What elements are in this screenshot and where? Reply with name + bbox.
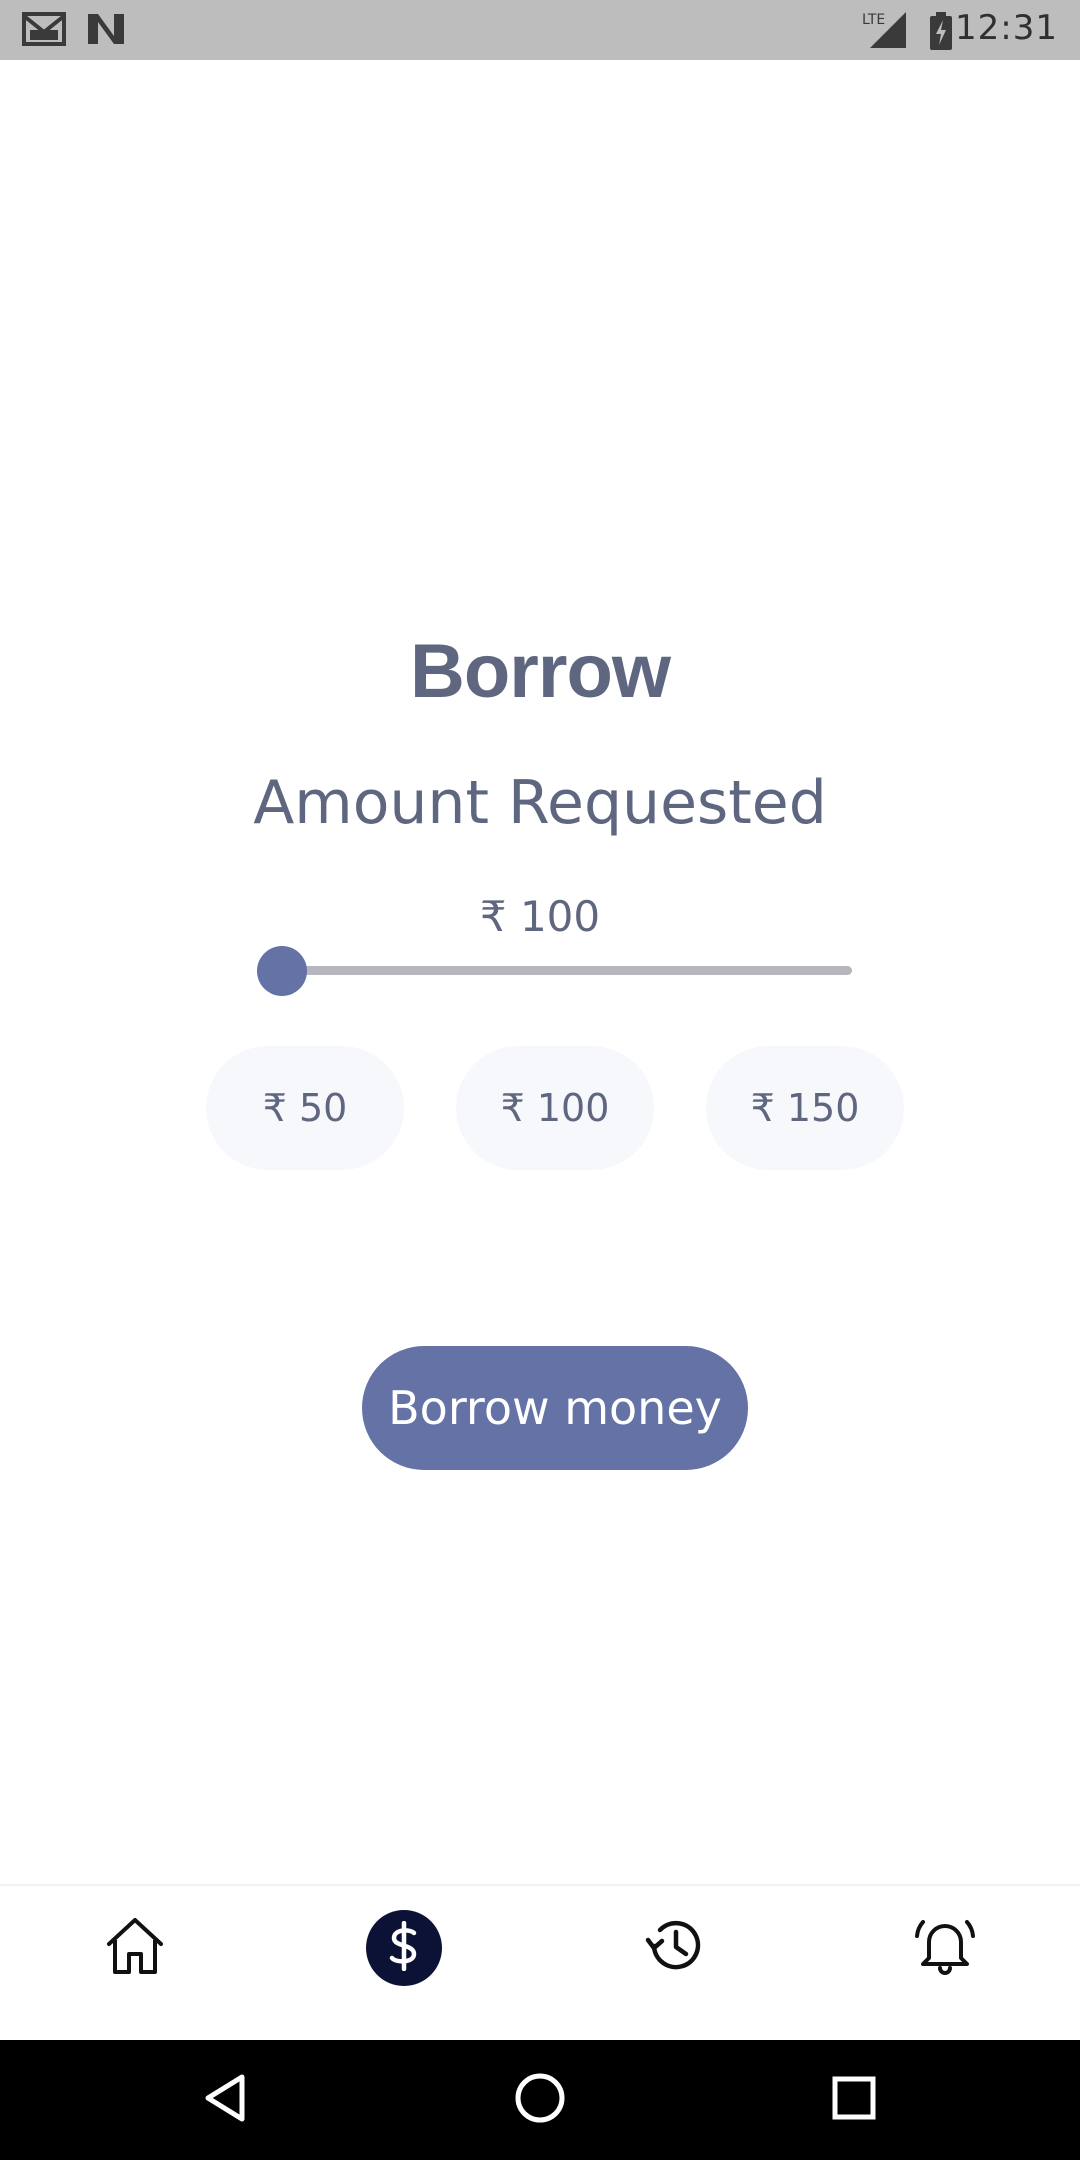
nav-active-indicator [366, 1910, 442, 1986]
clock-time: 12:31 [955, 8, 1058, 48]
amount-requested-label: Amount Requested [253, 768, 827, 838]
borrow-money-button[interactable]: Borrow money [362, 1346, 748, 1470]
slider-thumb[interactable] [257, 946, 307, 996]
battery-charging-icon [928, 12, 954, 55]
slider-track[interactable] [282, 966, 852, 975]
gmail-icon [22, 10, 66, 51]
system-home-button[interactable] [510, 2070, 570, 2130]
nav-borrow-button[interactable] [364, 1908, 444, 1988]
page-title: Borrow [410, 629, 671, 714]
quick-amount-100-chip[interactable]: ₹ 100 [456, 1046, 654, 1170]
system-recents-button[interactable] [824, 2070, 884, 2130]
system-nav-bar [0, 2040, 1080, 2160]
back-icon [202, 2073, 250, 2128]
quick-amount-chips: ₹ 50 ₹ 100 ₹ 150 [0, 1046, 1080, 1170]
quick-amount-150-chip[interactable]: ₹ 150 [706, 1046, 904, 1170]
system-back-button[interactable] [196, 2070, 256, 2130]
amount-slider[interactable] [257, 946, 856, 996]
bottom-nav [0, 1884, 1080, 2040]
recents-icon [831, 2075, 877, 2126]
nav-home-button[interactable] [95, 1908, 175, 1988]
status-bar: LTE 12:31 [0, 0, 1080, 60]
dollar-icon [384, 1920, 424, 1976]
home-icon [103, 1914, 167, 1983]
alarm-bell-icon [913, 1914, 977, 1983]
history-icon [644, 1914, 708, 1983]
nav-history-button[interactable] [636, 1908, 716, 1988]
amount-value: ₹ 100 [479, 892, 601, 941]
lte-signal-icon: LTE [862, 10, 908, 55]
n-app-icon [86, 10, 126, 51]
nav-alerts-button[interactable] [905, 1908, 985, 1988]
lte-label: LTE [862, 12, 885, 28]
home-circle-icon [514, 2072, 566, 2129]
quick-amount-50-chip[interactable]: ₹ 50 [206, 1046, 404, 1170]
